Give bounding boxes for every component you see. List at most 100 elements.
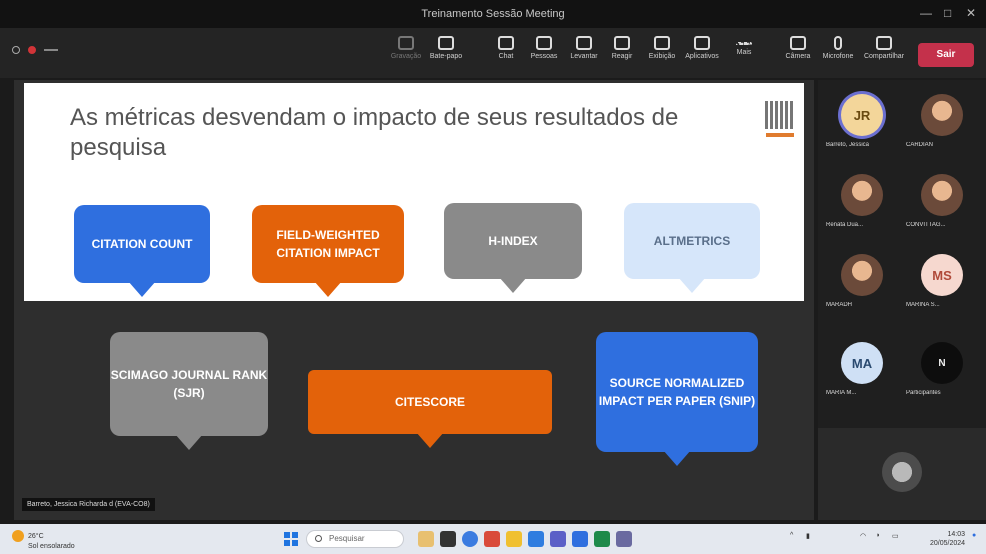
apps-button[interactable]: Aplicativos (680, 34, 724, 74)
participant-name: MARINA S... (906, 302, 940, 308)
sun-icon (12, 530, 24, 542)
participant-tile[interactable]: MA MARIA M... (822, 336, 902, 408)
logo-bar (766, 133, 794, 137)
avatar: JR (841, 94, 883, 136)
participant-tile[interactable]: MARADH (822, 248, 902, 320)
chat-app-icon[interactable] (462, 531, 478, 547)
metric-label: H-INDEX (488, 234, 538, 248)
presenter-label: Barreto, Jessica Richarda d (EVA-CO8) (22, 498, 155, 511)
recording-icon (28, 46, 36, 54)
microphone-button[interactable]: Microfone (816, 34, 860, 74)
wifi-icon[interactable]: ◠ (860, 532, 866, 540)
metric-label: ALTMETRICS (653, 234, 731, 248)
participant-name: Barreto, Jessica (826, 142, 870, 148)
participant-tile[interactable]: CONVITTAG... (902, 168, 982, 240)
share-button[interactable]: Compartilhar (862, 34, 906, 74)
camera-icon (790, 36, 806, 50)
shared-screen: As métricas desvendam o impacto de seus … (14, 80, 814, 520)
meeting-status (12, 46, 58, 54)
notification-dot-icon[interactable]: ● (972, 532, 976, 539)
metric-citation-count: CITATION COUNT (74, 205, 210, 297)
search-icon (315, 535, 322, 542)
shield-icon (12, 46, 20, 54)
metric-snip: SOURCE NORMALIZED IMPACT PER PAPER (SNIP… (596, 332, 758, 466)
participant-name: CARDIAN (906, 142, 934, 148)
microphone-icon (834, 36, 842, 50)
metric-field-weighted: FIELD-WEIGHTED CITATION IMPACT (252, 205, 404, 297)
participant-name: Participantes (906, 390, 941, 396)
participant-tile[interactable]: JR Barreto, Jessica (822, 88, 902, 160)
participant-tile[interactable]: Renata Dua... (822, 168, 902, 240)
task-view-icon[interactable] (440, 531, 456, 547)
chevron-up-icon[interactable]: ^ (790, 532, 793, 539)
record-button[interactable]: Gravação (384, 34, 428, 74)
metric-label: SOURCE NORMALIZED IMPACT PER PAPER (SNIP… (598, 376, 756, 408)
widgets-icon[interactable] (418, 531, 434, 547)
hand-icon (576, 36, 592, 50)
metric-sjr: SCIMAGO JOURNAL RANK (SJR) (110, 332, 268, 450)
teams-icon[interactable] (550, 531, 566, 547)
avatar: N (921, 342, 963, 384)
avatar: MA (841, 342, 883, 384)
view-button[interactable]: Exibição (640, 34, 684, 74)
avatar (921, 94, 963, 136)
participant-tile[interactable]: MS MARINA S... (902, 248, 982, 320)
react-button[interactable]: Reagir (600, 34, 644, 74)
grid-icon (654, 36, 670, 50)
weather-widget[interactable]: 26°C Sol ensolarado (12, 530, 75, 551)
chat-icon (498, 36, 514, 50)
folder-icon[interactable] (506, 531, 522, 547)
share-icon (876, 36, 892, 50)
record-icon (398, 36, 414, 50)
avatar (841, 254, 883, 296)
start-button[interactable] (284, 532, 298, 546)
minimize-icon[interactable]: — (920, 6, 932, 20)
avatar (921, 174, 963, 216)
word-icon[interactable] (572, 531, 588, 547)
chat-bubble-icon (438, 36, 454, 50)
window-titlebar: Treinamento Sessão Meeting — □ ✕ (0, 0, 986, 28)
taskbar: 26°C Sol ensolarado Pesquisar ^ ▮ ◠ ◗ ▭ … (0, 524, 986, 554)
metric-label: CITESCORE (394, 395, 465, 409)
participant-name: Renata Dua... (826, 222, 864, 228)
leave-button[interactable]: Sair (918, 43, 974, 67)
chat-panel-button[interactable]: Bate-papo (424, 34, 468, 74)
slide-title: As métricas desvendam o impacto de seus … (70, 104, 679, 161)
camera-button[interactable]: Câmera (776, 34, 820, 74)
outlook-icon[interactable] (528, 531, 544, 547)
self-video-image (882, 452, 922, 492)
network-icon[interactable]: ▮ (806, 532, 810, 540)
clock[interactable]: 14:03 20/05/2024 (930, 530, 965, 548)
metric-citescore: CITESCORE (308, 370, 552, 448)
more-icon (736, 42, 752, 46)
clock-date: 20/05/2024 (930, 540, 966, 547)
timer-bar (44, 49, 58, 51)
participant-name: MARIA M... (826, 390, 857, 396)
volume-icon[interactable]: ◗ (876, 532, 880, 539)
self-view-video (818, 428, 986, 520)
participant-tile[interactable]: CARDIAN (902, 88, 982, 160)
taskbar-search[interactable]: Pesquisar (306, 530, 404, 548)
participant-tile[interactable]: N Participantes (902, 336, 982, 408)
metric-altmetrics: ALTMETRICS (624, 203, 760, 293)
battery-icon[interactable]: ▭ (892, 532, 899, 540)
metric-h-index: H-INDEX (444, 203, 582, 293)
meeting-toolbar: Gravação Bate-papo Chat Pessoas Levantar… (0, 28, 986, 78)
more-button[interactable]: Mais (722, 34, 766, 74)
participant-name: MARADH (826, 302, 853, 308)
metric-label: SCIMAGO JOURNAL RANK (SJR) (110, 368, 268, 400)
participant-name: CONVITTAG... (906, 222, 946, 228)
smiley-icon (614, 36, 630, 50)
maximize-icon[interactable]: □ (944, 6, 951, 20)
search-placeholder: Pesquisar (329, 534, 365, 543)
metric-label: CITATION COUNT (91, 237, 193, 251)
metric-label: FIELD-WEIGHTED CITATION IMPACT (276, 228, 380, 260)
excel-icon[interactable] (594, 531, 610, 547)
close-icon[interactable]: ✕ (966, 6, 976, 20)
clock-time: 14:03 (947, 531, 966, 538)
apps-icon (694, 36, 710, 50)
people-button[interactable]: Pessoas (522, 34, 566, 74)
app-icon[interactable] (616, 531, 632, 547)
chrome-icon[interactable] (484, 531, 500, 547)
weather-temp: 26°C (28, 532, 44, 540)
